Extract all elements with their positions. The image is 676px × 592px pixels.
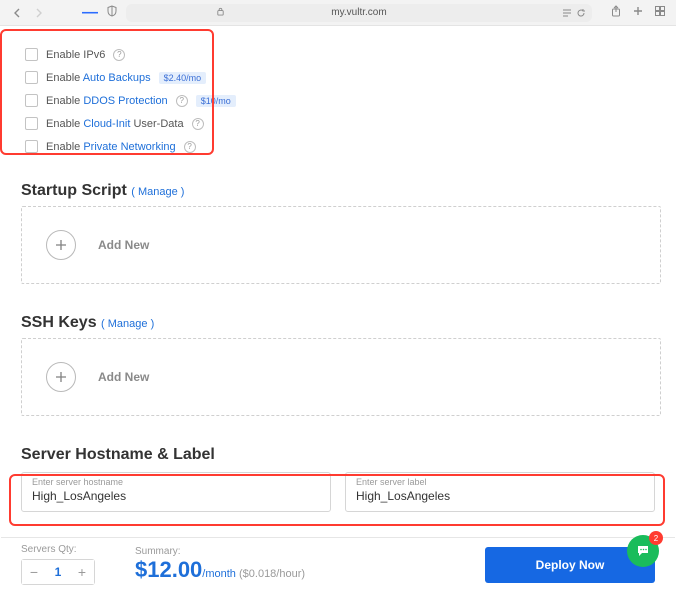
option-label: Enable IPv6 (46, 49, 105, 61)
notification-badge: 2 (649, 531, 663, 545)
hostname-input[interactable] (32, 489, 320, 503)
qty-increase-button[interactable]: + (70, 560, 94, 584)
help-icon[interactable]: ? (184, 141, 196, 153)
price-badge: $10/mo (196, 95, 236, 107)
page-content: Enable IPv6 ? Enable Auto Backups $2.40/… (0, 26, 676, 592)
option-link[interactable]: Cloud-Init (83, 118, 130, 130)
option-label-suffix: User-Data (130, 118, 183, 130)
price-badge: $2.40/mo (159, 72, 207, 84)
section-title-ssh: SSH Keys ( Manage ) (21, 314, 655, 332)
help-icon[interactable]: ? (192, 118, 204, 130)
field-label: Enter server label (356, 477, 644, 487)
additional-options: Enable IPv6 ? Enable Auto Backups $2.40/… (21, 37, 655, 160)
new-tab-icon[interactable] (632, 4, 644, 22)
reader-reload-icons[interactable] (562, 8, 586, 18)
lock-icon (216, 7, 225, 19)
add-new-label: Add New (98, 238, 149, 252)
tabs-icon[interactable] (654, 4, 666, 22)
option-link[interactable]: DDOS Protection (83, 95, 167, 107)
manage-link[interactable]: ( Manage ) (101, 318, 154, 330)
option-link[interactable]: Private Networking (83, 141, 175, 153)
option-label-prefix: Enable (46, 118, 83, 130)
nav-back-icon[interactable] (10, 6, 24, 20)
plus-icon (46, 230, 76, 260)
option-label-prefix: Enable (46, 141, 83, 153)
checkbox[interactable] (25, 48, 38, 61)
option-private-networking[interactable]: Enable Private Networking ? (25, 135, 655, 158)
url-text: my.vultr.com (331, 7, 386, 18)
add-new-label: Add New (98, 370, 149, 384)
server-label-input[interactable] (356, 489, 644, 503)
deploy-footer: Servers Qty: − 1 + Summary: $12.00/month… (1, 537, 675, 591)
option-ipv6[interactable]: Enable IPv6 ? (25, 43, 655, 66)
hostname-field[interactable]: Enter server hostname (21, 472, 331, 512)
qty-value: 1 (46, 565, 70, 579)
checkbox[interactable] (25, 71, 38, 84)
summary-label: Summary: (135, 546, 305, 557)
option-ddos[interactable]: Enable DDOS Protection ? $10/mo (25, 89, 655, 112)
checkbox[interactable] (25, 117, 38, 130)
checkbox[interactable] (25, 140, 38, 153)
section-title-hostname: Server Hostname & Label (21, 446, 655, 464)
loading-indicator-icon: — (82, 4, 98, 22)
section-title-startup: Startup Script ( Manage ) (21, 182, 655, 200)
share-icon[interactable] (610, 4, 622, 22)
help-icon[interactable]: ? (176, 95, 188, 107)
checkbox[interactable] (25, 94, 38, 107)
option-label-prefix: Enable (46, 95, 83, 107)
qty-stepper[interactable]: − 1 + (21, 559, 95, 585)
option-link[interactable]: Auto Backups (83, 72, 151, 84)
browser-chrome: — my.vultr.com (0, 0, 676, 26)
qty-decrease-button[interactable]: − (22, 560, 46, 584)
option-cloudinit[interactable]: Enable Cloud-Init User-Data ? (25, 112, 655, 135)
chat-fab[interactable]: 2 (627, 535, 659, 567)
manage-link[interactable]: ( Manage ) (131, 186, 184, 198)
price-display: $12.00/month ($0.018/hour) (135, 557, 305, 583)
nav-forward-icon[interactable] (32, 6, 46, 20)
address-bar[interactable]: my.vultr.com (126, 4, 592, 22)
server-label-field[interactable]: Enter server label (345, 472, 655, 512)
add-ssh-key-card[interactable]: Add New (21, 338, 661, 416)
field-label: Enter server hostname (32, 477, 320, 487)
option-auto-backups[interactable]: Enable Auto Backups $2.40/mo (25, 66, 655, 89)
privacy-shield-icon[interactable] (106, 4, 118, 22)
add-startup-script-card[interactable]: Add New (21, 206, 661, 284)
plus-icon (46, 362, 76, 392)
qty-label: Servers Qty: (21, 544, 95, 555)
option-label-prefix: Enable (46, 72, 83, 84)
help-icon[interactable]: ? (113, 49, 125, 61)
